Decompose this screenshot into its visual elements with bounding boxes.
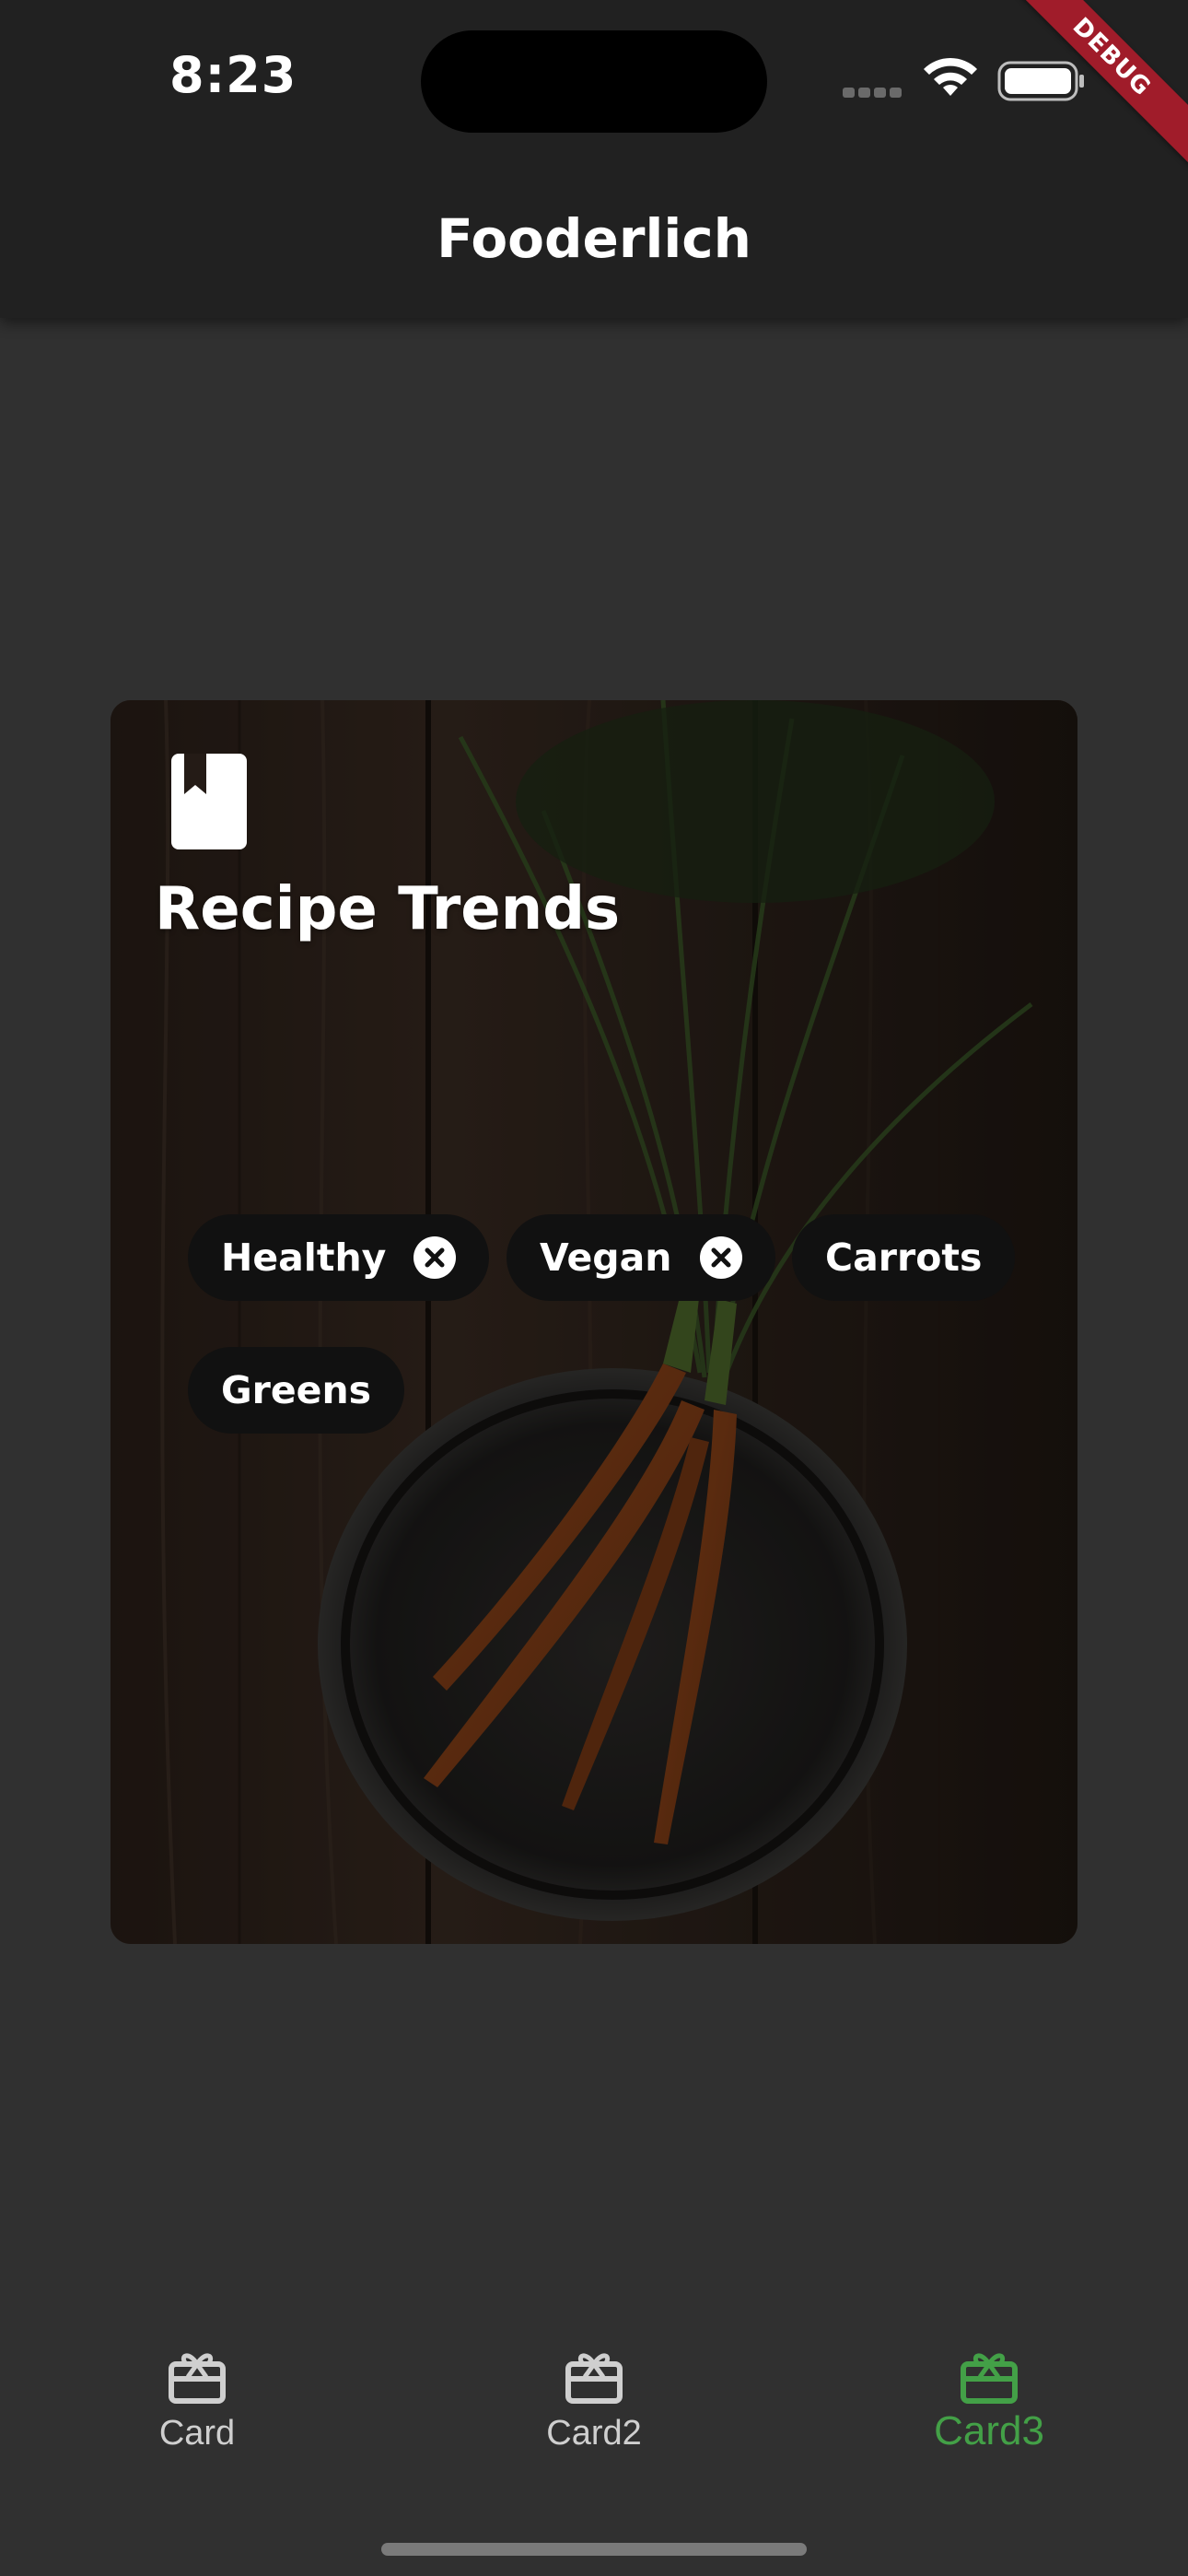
chip-vegan[interactable]: Vegan	[507, 1214, 775, 1301]
book-icon	[171, 754, 247, 849]
recipe-trends-card[interactable]: Recipe Trends Healthy Vegan Carrots Gree…	[111, 700, 1077, 1944]
nav-label: Card3	[934, 2408, 1044, 2453]
chip-label: Greens	[221, 1368, 372, 1412]
close-icon[interactable]	[699, 1236, 742, 1279]
chip-label: Carrots	[825, 1235, 983, 1280]
card-giftcard-icon	[961, 2353, 1018, 2404]
home-indicator[interactable]	[381, 2543, 807, 2556]
chip-carrots[interactable]: Carrots	[792, 1214, 1016, 1301]
status-bar: 8:23	[0, 0, 1188, 175]
card-giftcard-icon	[565, 2353, 623, 2404]
close-icon[interactable]	[413, 1236, 457, 1279]
chip-label: Vegan	[540, 1235, 672, 1280]
page-title: Fooderlich	[437, 207, 751, 270]
chip-healthy[interactable]: Healthy	[188, 1214, 490, 1301]
nav-label: Card2	[546, 2414, 642, 2453]
chip-greens[interactable]: Greens	[188, 1347, 405, 1434]
nav-item-card[interactable]: Card	[59, 2322, 335, 2453]
battery-icon	[997, 61, 1084, 101]
card-title: Recipe Trends	[155, 875, 621, 943]
nav-item-card2[interactable]: Card2	[456, 2322, 732, 2453]
dynamic-island	[421, 30, 767, 133]
cellular-signal-icon	[843, 86, 905, 102]
nav-item-card3[interactable]: Card3	[851, 2322, 1127, 2454]
status-time: 8:23	[169, 46, 297, 104]
card-giftcard-icon	[169, 2353, 226, 2404]
bottom-navigation: Card Card2 Card3	[0, 2322, 1188, 2576]
wifi-icon	[924, 57, 977, 96]
chip-label: Healthy	[221, 1235, 387, 1280]
nav-label: Card	[158, 2414, 236, 2453]
